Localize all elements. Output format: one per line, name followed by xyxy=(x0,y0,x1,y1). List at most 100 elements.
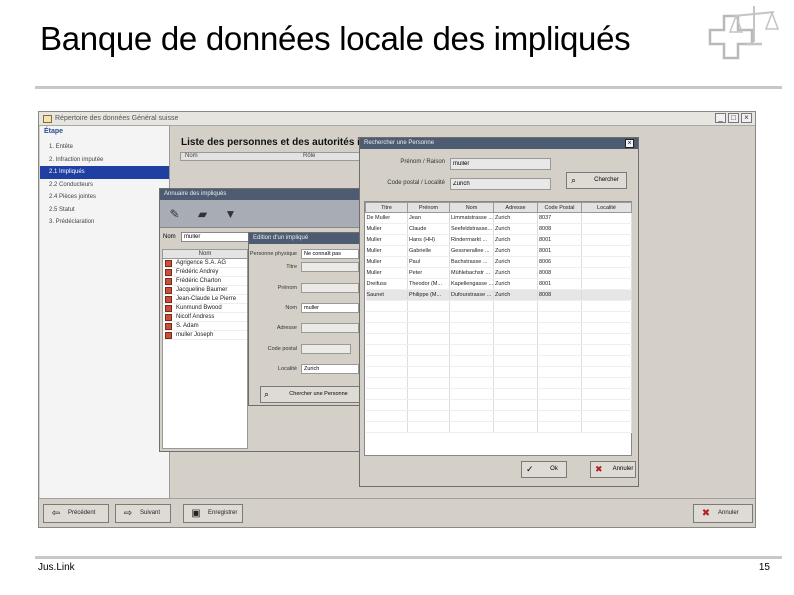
table-cell: Gessnerallee ... xyxy=(449,245,494,257)
column-header[interactable]: Adresse xyxy=(493,202,538,213)
list-item[interactable]: Frédéric Charton xyxy=(163,277,247,286)
table-cell: Bachstrasse ... xyxy=(449,256,494,268)
table-cell: Zurich xyxy=(493,234,538,246)
list-item[interactable]: Frédéric Andrey xyxy=(163,268,247,277)
form-field[interactable] xyxy=(301,283,359,293)
table-cell xyxy=(581,234,632,246)
footer-brand: Jus.Link xyxy=(38,562,75,573)
prenom-input[interactable] xyxy=(450,158,551,170)
list-item-label: Kunmund Bwood xyxy=(176,305,222,311)
form-field[interactable] xyxy=(301,262,359,272)
table-cell: Dufourstrasse ... xyxy=(449,289,494,301)
step-item[interactable]: 1. Entête xyxy=(40,141,169,154)
table-cell: Peter xyxy=(407,267,450,279)
search-dialog-title[interactable]: Rechercher une Personne × xyxy=(360,138,638,149)
magnifier-icon: ⌕ xyxy=(571,175,577,185)
table-cell: 8001 xyxy=(537,278,582,290)
app-icon xyxy=(43,115,52,123)
maximize-button[interactable]: □ xyxy=(728,113,739,123)
save-button[interactable]: ▣ Enregistrer xyxy=(183,504,243,523)
empty-cell xyxy=(449,421,494,433)
table-cell: Muller xyxy=(365,267,408,279)
list-item[interactable]: S. Adam xyxy=(163,322,247,331)
table-row[interactable]: Saunet Philippe (M... Dufourstrasse ... Zur… xyxy=(365,289,632,301)
column-header[interactable]: Prénom xyxy=(407,202,450,213)
table-row[interactable]: Muller Hans (HH) Rindermarkt ... Zurich 8001 xyxy=(365,234,632,246)
empty-cell xyxy=(493,377,538,389)
table-row[interactable]: Muller Claude Seefeldstrasse... Zurich 8008 xyxy=(365,223,632,235)
form-field[interactable] xyxy=(301,323,359,333)
search-button[interactable]: ⌕ Chercher xyxy=(566,172,627,189)
form-field[interactable]: Ne connaît pas xyxy=(301,249,359,259)
search-dialog-title-text: Rechercher une Personne xyxy=(364,140,435,146)
step-item[interactable]: 2.1 Impliqués xyxy=(40,166,169,179)
content-heading: Liste des personnes et des autorités im xyxy=(181,137,369,148)
list-item-label: Frédéric Charton xyxy=(176,278,222,284)
table-cell: Muller xyxy=(365,256,408,268)
table-cell: Zurich xyxy=(493,278,538,290)
table-row[interactable]: Muller Paul Bachstrasse ... Zurich 8006 xyxy=(365,256,632,268)
step-item[interactable]: 2.2 Conducteurs xyxy=(40,179,169,192)
column-header[interactable]: Nom xyxy=(449,202,494,213)
trash-icon[interactable]: ▼ xyxy=(224,208,237,221)
dialog-cancel-label: Annuler xyxy=(612,466,634,472)
table-row[interactable]: De Muller Jean Limmatstrasse ... Zurich 8037 xyxy=(365,212,632,224)
list-item[interactable]: muller Joseph xyxy=(163,331,247,340)
table-cell: Muller xyxy=(365,223,408,235)
empty-cell xyxy=(407,421,450,433)
find-person-button[interactable]: ⌕ Chercher une Personne xyxy=(260,386,359,403)
empty-row xyxy=(365,322,632,334)
next-button[interactable]: ⇨ Suivant xyxy=(115,504,171,523)
table-row[interactable]: Muller Gabrielle Gessnerallee ... Zurich 800… xyxy=(365,245,632,257)
form-row: Nom muller xyxy=(249,303,359,315)
empty-cell xyxy=(537,377,582,389)
list-item[interactable]: Agrigence S.A. AG xyxy=(163,259,247,268)
empty-cell xyxy=(449,388,494,400)
annuaire-list-header[interactable]: Nom xyxy=(163,250,247,259)
step-item[interactable]: 3. Prédéclaration xyxy=(40,216,169,229)
folder-icon[interactable]: ▰ xyxy=(196,208,209,221)
column-header[interactable]: Localité xyxy=(581,202,632,213)
step-item[interactable]: 2.4 Pièces jointes xyxy=(40,191,169,204)
step-item[interactable]: 2. Infraction imputée xyxy=(40,154,169,167)
table-row[interactable]: Muller Peter Mühlebachstr ... Zurich 8008 xyxy=(365,267,632,279)
empty-cell xyxy=(365,311,408,323)
dialog-cancel-button[interactable]: ✖ Annuler xyxy=(590,461,636,478)
column-header-nom[interactable]: Nom xyxy=(185,153,198,160)
table-cell: Zurich xyxy=(493,289,538,301)
edit-icon[interactable]: ✎ xyxy=(168,208,181,221)
arrow-left-icon: ⇦ xyxy=(51,508,61,519)
edition-title[interactable]: Edition d'un impliqué xyxy=(249,233,359,244)
empty-cell xyxy=(493,355,538,367)
empty-cell xyxy=(449,377,494,389)
code-postal-input[interactable] xyxy=(450,178,551,190)
empty-cell xyxy=(449,399,494,411)
empty-cell xyxy=(581,300,632,312)
form-field[interactable] xyxy=(301,344,351,354)
list-item[interactable]: Jean-Claude Le Pierre xyxy=(163,295,247,304)
dialog-close-button[interactable]: × xyxy=(625,139,634,148)
previous-button[interactable]: ⇦ Précédent xyxy=(43,504,109,523)
list-item[interactable]: Jacqueline Baumer xyxy=(163,286,247,295)
minimize-button[interactable]: _ xyxy=(715,113,726,123)
window-titlebar[interactable]: Répertoire des données Général suisse _ … xyxy=(39,112,755,126)
empty-cell xyxy=(581,410,632,422)
list-item[interactable]: Kunmund Bwood xyxy=(163,304,247,313)
list-item[interactable]: Nicolf Andress xyxy=(163,313,247,322)
form-field[interactable]: muller xyxy=(301,303,359,313)
step-item[interactable]: 2.5 Statut xyxy=(40,204,169,217)
empty-cell xyxy=(449,333,494,345)
field-label: Adresse xyxy=(276,325,297,331)
cancel-button[interactable]: ✖ Annuler xyxy=(693,504,753,523)
table-cell: 8008 xyxy=(537,223,582,235)
column-header-role[interactable]: Rôle xyxy=(303,153,315,160)
empty-cell xyxy=(493,421,538,433)
ok-button[interactable]: ✓ Ok xyxy=(521,461,567,478)
form-field[interactable]: Zurich xyxy=(301,364,359,374)
table-row[interactable]: Dreifuss Theodor (M... Kapellengasse ... Zu… xyxy=(365,278,632,290)
column-header[interactable]: Code Postal xyxy=(537,202,582,213)
close-button[interactable]: × xyxy=(741,113,752,123)
annuaire-title[interactable]: Annuaire des impliqués xyxy=(160,189,360,200)
column-header[interactable]: Titre xyxy=(365,202,408,213)
find-person-label: Chercher une Personne xyxy=(289,391,348,397)
